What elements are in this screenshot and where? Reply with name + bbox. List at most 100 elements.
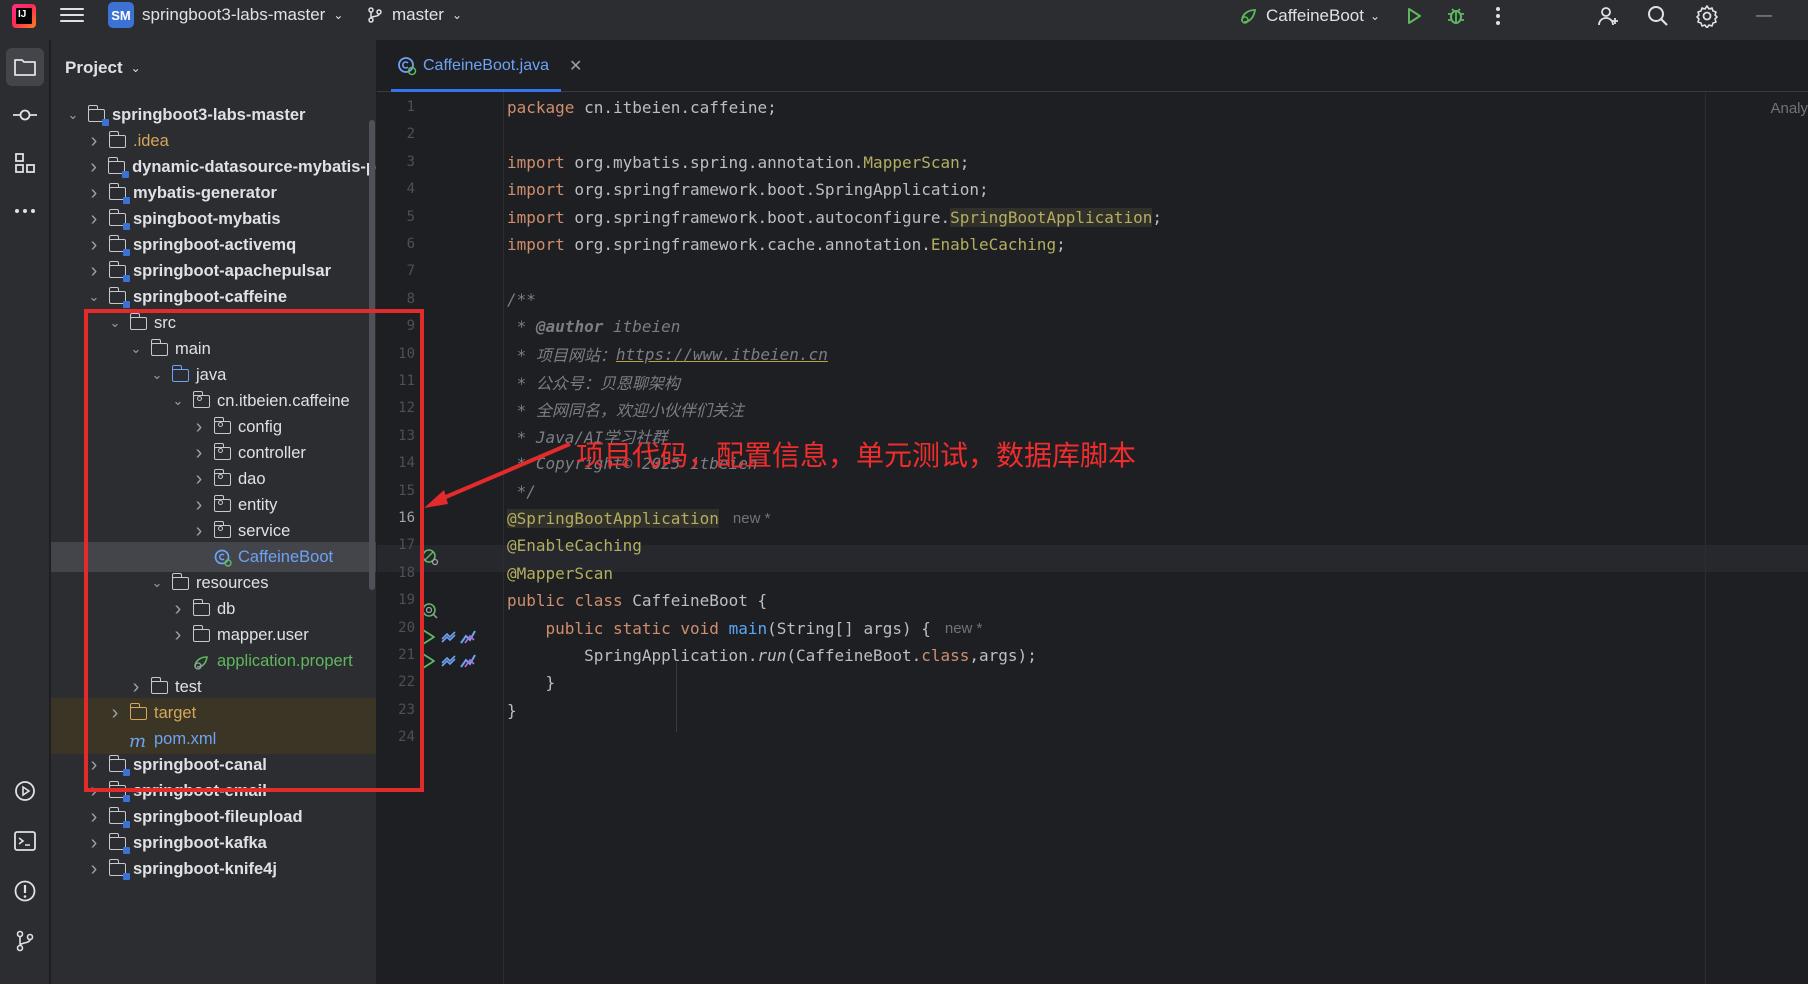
code-token: static: [612, 618, 671, 638]
code-line: public class CaffeineBoot {: [507, 587, 767, 614]
analysis-status[interactable]: Analy: [1770, 100, 1808, 117]
code-token: org.springframework.cache.annotation.: [564, 235, 931, 254]
code-token: }: [507, 700, 517, 720]
commit-icon[interactable]: [6, 96, 44, 134]
code-token: itbeien: [603, 317, 681, 337]
chevron-down-icon: ⌄: [333, 8, 344, 22]
more-options-icon[interactable]: [1486, 4, 1510, 28]
code-token: class: [921, 646, 970, 665]
tree-item-label: .idea: [133, 131, 169, 150]
code-token: /**: [507, 289, 536, 309]
code-token: public: [507, 591, 565, 611]
code-line: }: [507, 669, 556, 696]
more-tools-icon[interactable]: [6, 192, 44, 230]
structure-icon[interactable]: [6, 144, 44, 182]
module-folder-icon: [87, 105, 109, 126]
chevron-right-icon[interactable]: ›: [86, 208, 102, 231]
chevron-down-icon: ⌄: [130, 61, 141, 75]
project-switcher[interactable]: springboot3-labs-master ⌄: [142, 5, 343, 25]
code-token: * 项目网站：: [507, 346, 616, 366]
add-user-icon[interactable]: [1596, 4, 1620, 28]
chevron-right-icon[interactable]: ›: [86, 234, 102, 257]
chevron-right-icon[interactable]: ›: [86, 858, 102, 881]
tree-item-label: springboot3-labs-master: [112, 105, 306, 124]
module-folder-icon: [108, 183, 130, 204]
code-token[interactable]: https://www.itbeien.cn: [616, 345, 828, 364]
code-token: org.springframework.boot.autoconfigure.: [564, 207, 951, 227]
right-margin-guide: [1705, 92, 1706, 984]
spring-endpoint-gutter-icon[interactable]: [439, 652, 457, 670]
line-number[interactable]: 6: [377, 236, 415, 252]
line-number[interactable]: 5: [377, 209, 415, 225]
search-icon[interactable]: [1646, 4, 1670, 28]
chevron-right-icon[interactable]: ›: [86, 130, 102, 153]
git-icon[interactable]: [6, 922, 44, 960]
line-number[interactable]: 8: [377, 291, 415, 307]
run-icon[interactable]: [1402, 4, 1426, 28]
inlay-hint[interactable]: new *: [733, 510, 771, 527]
project-badge[interactable]: SM: [108, 2, 134, 28]
line-number[interactable]: 4: [377, 181, 415, 197]
code-token: org.springframework.boot.SpringApplicati…: [564, 180, 989, 200]
code-token: SpringApplication.: [507, 646, 758, 665]
module-folder-icon: [108, 209, 130, 230]
code-line: * 项目网站： https://www.itbeien.cn: [507, 341, 828, 368]
chevron-right-icon[interactable]: ›: [86, 182, 102, 205]
terminal-icon[interactable]: [6, 822, 44, 860]
run-config-name: CaffeineBoot: [1266, 6, 1364, 25]
annotation-arrow: [424, 442, 571, 508]
code-token: main: [728, 618, 768, 638]
run-config-selector[interactable]: CaffeineBoot ⌄: [1238, 5, 1380, 27]
code-line: }: [507, 697, 517, 724]
minimize-icon[interactable]: —: [1752, 4, 1776, 28]
branch-switcher[interactable]: master ⌄: [366, 5, 462, 25]
settings-gear-icon[interactable]: [1695, 4, 1719, 28]
line-number[interactable]: 7: [377, 263, 415, 279]
close-tab-icon[interactable]: ✕: [569, 56, 582, 76]
tab-caffeineboot-java[interactable]: CaffeineBoot.java ✕: [391, 40, 588, 92]
chevron-right-icon[interactable]: ›: [86, 156, 101, 179]
chevron-right-icon[interactable]: ›: [86, 260, 102, 283]
chevron-right-icon[interactable]: ›: [86, 806, 102, 829]
code-line: /**: [507, 286, 536, 313]
tree-item[interactable]: › springboot-knife4j: [51, 854, 376, 884]
tree-item-label: springboot-caffeine: [133, 287, 288, 306]
code-token: import: [507, 207, 565, 227]
code-token: class: [574, 591, 623, 611]
tree-item-label: springboot-apachepulsar: [133, 261, 332, 280]
inlay-hint[interactable]: new *: [945, 620, 983, 637]
code-token: ;: [1056, 235, 1066, 254]
tab-label: CaffeineBoot.java: [423, 57, 550, 74]
code-token: ;: [959, 152, 970, 172]
code-line: SpringApplication. run (CaffeineBoot. class…: [507, 642, 1037, 669]
chevron-right-icon[interactable]: ›: [86, 832, 102, 855]
tree-item-label: springboot-activemq: [133, 235, 297, 254]
chevron-down-icon: ⌄: [451, 8, 463, 22]
main-menu-icon[interactable]: [60, 4, 84, 28]
intellij-logo-icon[interactable]: IJ: [12, 4, 36, 28]
code-token: ;: [1152, 207, 1163, 227]
debug-icon[interactable]: [1444, 4, 1468, 28]
code-token: (CaffeineBoot.: [786, 646, 922, 665]
implementation-gutter-icon[interactable]: [459, 652, 477, 670]
code-token: import: [507, 235, 565, 254]
services-run-icon[interactable]: [6, 772, 44, 810]
line-number[interactable]: 2: [377, 126, 415, 142]
code-token: ,args);: [969, 646, 1037, 665]
title-bar: IJ SM springboot3-labs-master ⌄ master ⌄…: [0, 0, 1808, 40]
project-panel-title: Project: [65, 58, 123, 77]
chevron-down-icon[interactable]: ⌄: [86, 289, 102, 305]
line-number[interactable]: 3: [377, 154, 415, 170]
code-token: SpringBootApplication: [950, 207, 1153, 227]
code-token: @EnableCaching: [507, 536, 642, 556]
implementation-gutter-icon[interactable]: [459, 628, 477, 646]
problems-icon[interactable]: [6, 872, 44, 910]
project-folder-icon[interactable]: [6, 48, 44, 86]
line-number[interactable]: 1: [377, 99, 415, 115]
chevron-down-icon[interactable]: ⌄: [65, 107, 81, 123]
spring-endpoint-gutter-icon[interactable]: [439, 628, 457, 646]
project-panel-header[interactable]: Project ⌄: [65, 58, 141, 78]
code-token: import: [507, 180, 565, 200]
editor-area: CaffeineBoot.java ✕ 1 2 3 4 5 6 7 8 9 10 11 12 13 14 1…: [377, 40, 1808, 984]
